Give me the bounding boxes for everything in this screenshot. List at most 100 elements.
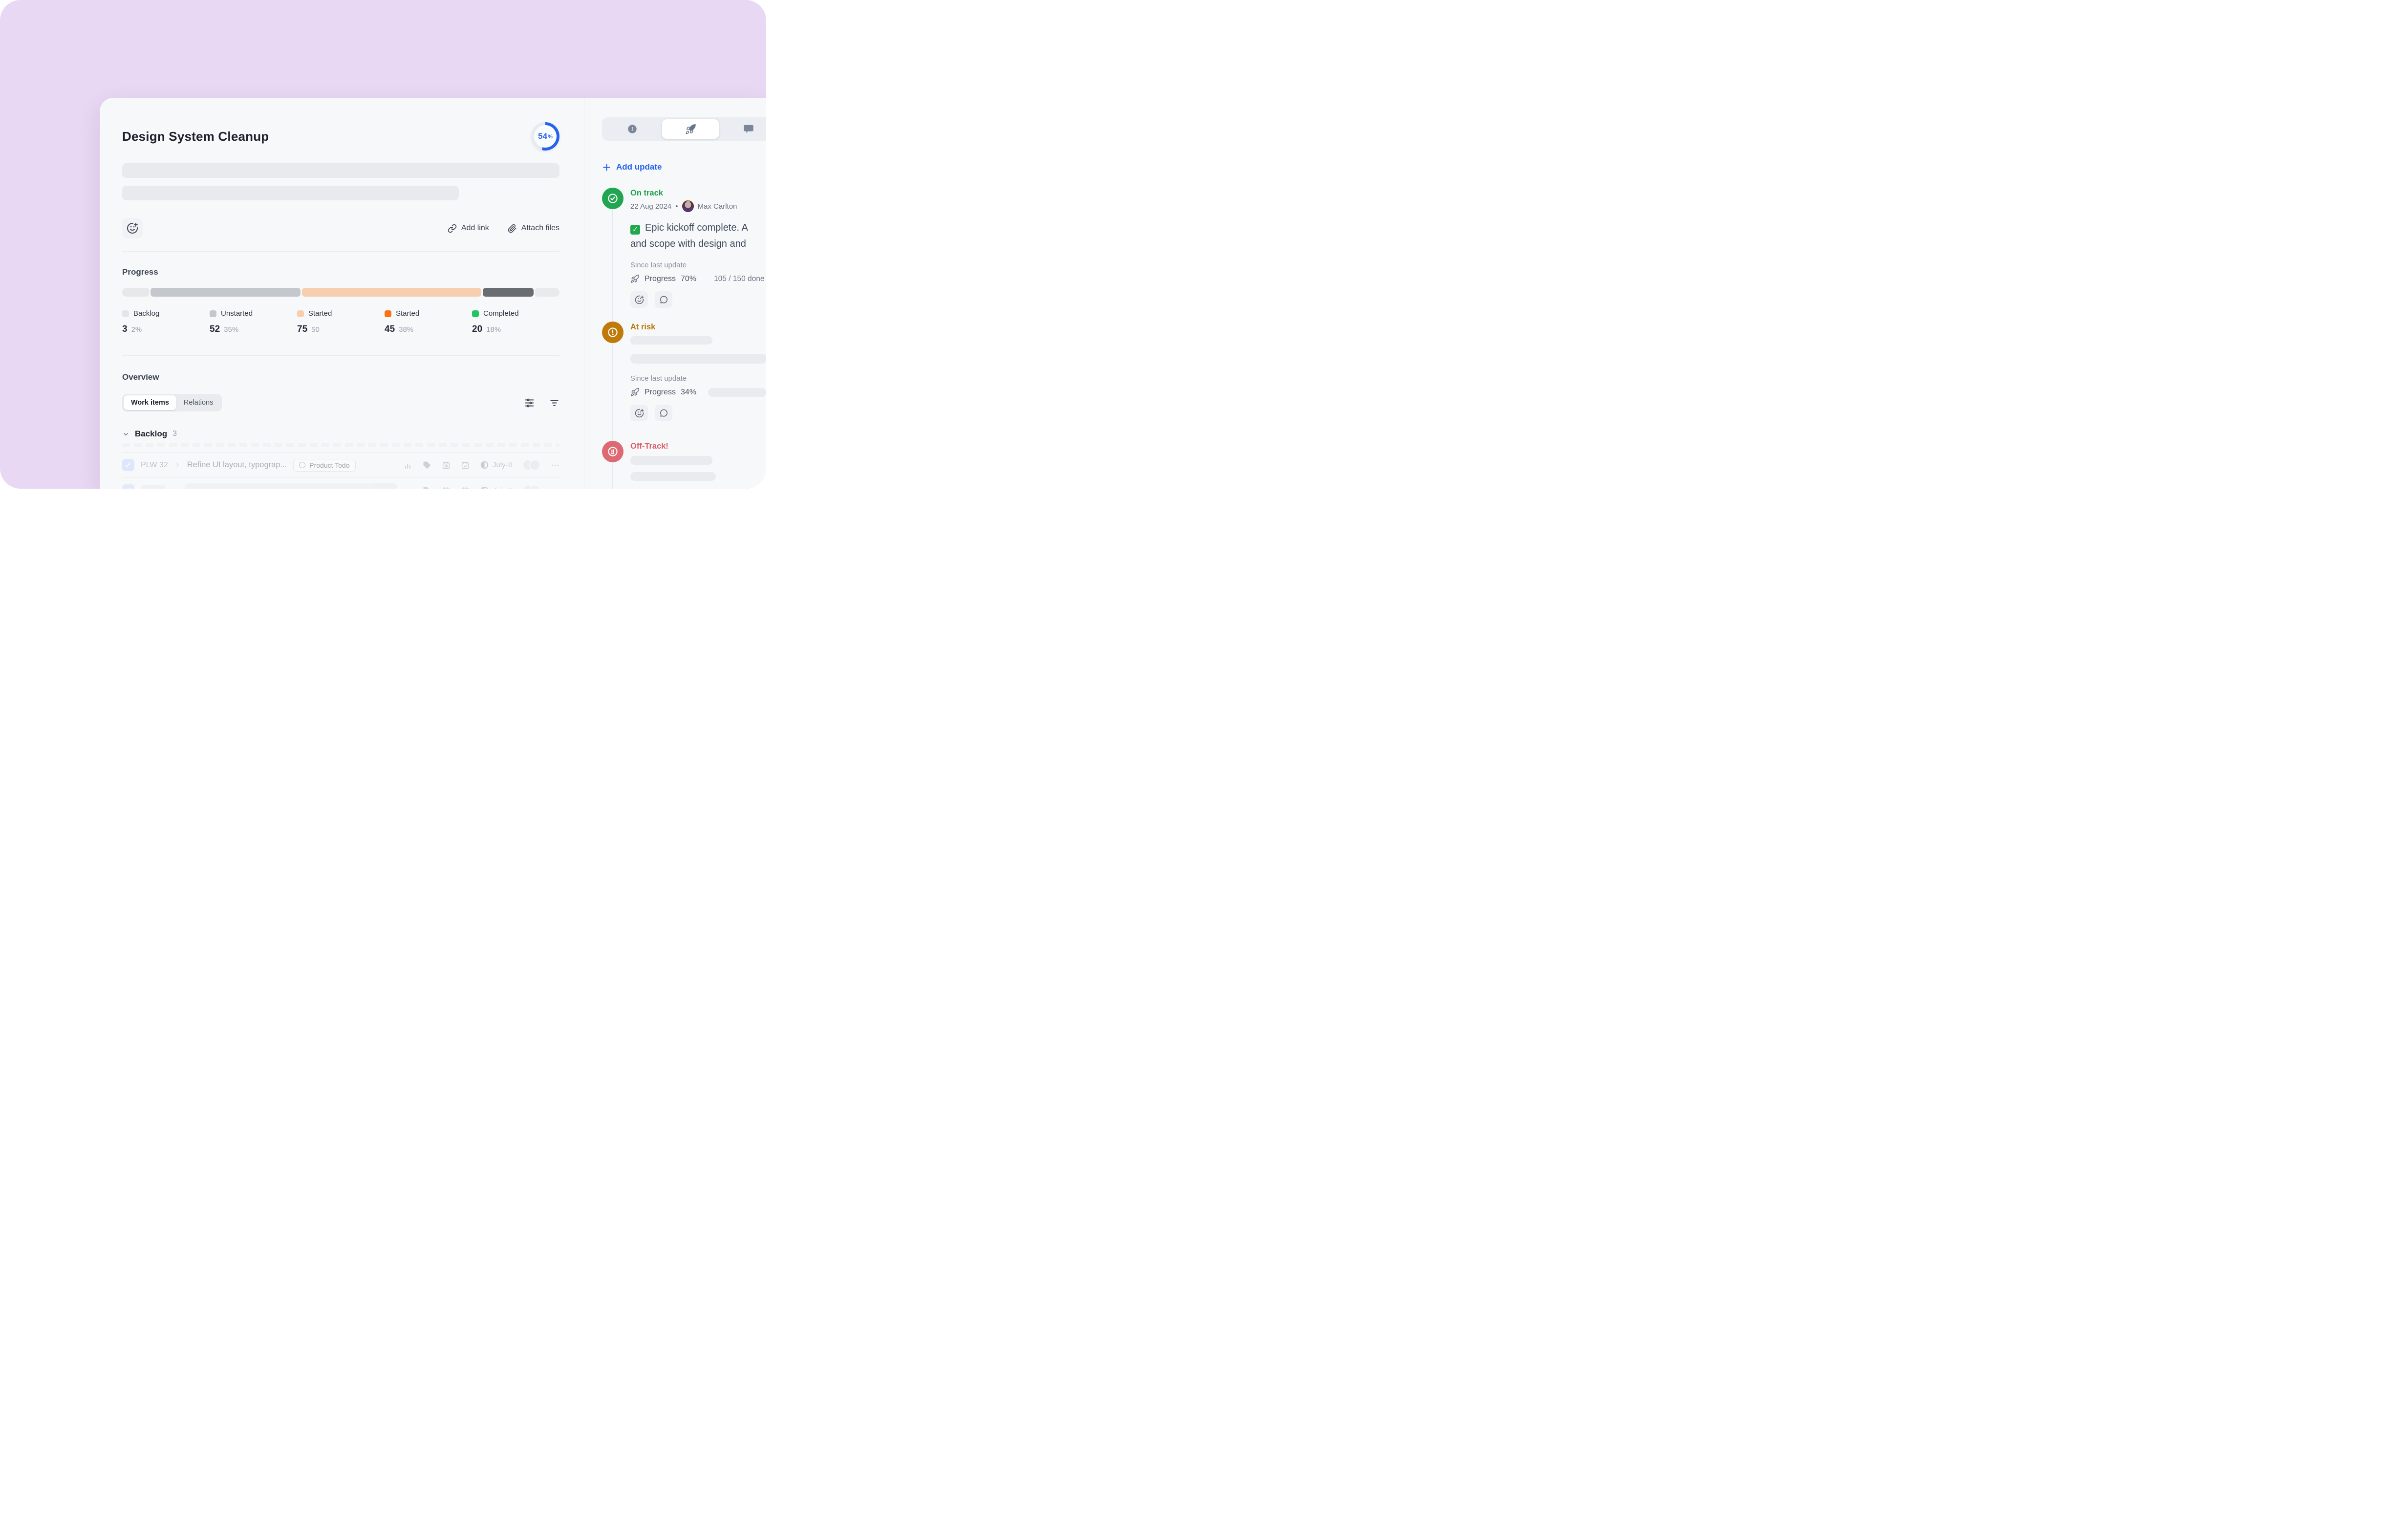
legend-count: 3 bbox=[122, 324, 128, 335]
divider bbox=[122, 355, 559, 356]
legend-label: Started bbox=[308, 309, 332, 318]
status-label: At risk bbox=[630, 323, 766, 332]
progress-bar-segment bbox=[302, 288, 481, 297]
display-settings-icon[interactable] bbox=[524, 398, 535, 408]
overview-heading: Overview bbox=[122, 372, 559, 382]
progress-pct: 34% bbox=[681, 388, 696, 397]
completion-unit: % bbox=[548, 134, 553, 140]
update-text-line1: Epic kickoff complete. A bbox=[645, 222, 748, 233]
cycle-chip[interactable]: July-II bbox=[480, 486, 512, 489]
updates-timeline: On track 22 Aug 2024 • Max Carlton ✓Epic… bbox=[602, 188, 766, 481]
tab-updates[interactable] bbox=[662, 119, 719, 139]
author-name: Max Carlton bbox=[698, 202, 737, 211]
progress-heading: Progress bbox=[122, 267, 559, 277]
overview-tool-icons bbox=[524, 398, 559, 408]
attach-files-button[interactable]: Attach files bbox=[508, 224, 559, 233]
tab-relations[interactable]: Relations bbox=[176, 395, 220, 410]
add-link-button[interactable]: Add link bbox=[448, 224, 489, 233]
chevron-down-icon[interactable] bbox=[122, 431, 129, 438]
legend-label: Unstarted bbox=[221, 309, 253, 318]
update-meta-skeleton bbox=[630, 456, 712, 465]
due-date-icon[interactable] bbox=[461, 486, 470, 489]
status-label: On track bbox=[630, 189, 766, 198]
progress-label: Progress bbox=[645, 275, 676, 283]
start-date-icon[interactable] bbox=[442, 461, 451, 470]
assignee-avatars[interactable] bbox=[522, 485, 540, 489]
on-track-status-icon bbox=[602, 188, 624, 209]
label-tag-icon[interactable] bbox=[423, 486, 431, 489]
updates-sidebar: i Add update bbox=[584, 98, 766, 489]
epic-detail-card: Design System Cleanup 54 % Add l bbox=[100, 98, 766, 489]
legend-count: 20 bbox=[472, 324, 482, 335]
filter-icon[interactable] bbox=[549, 398, 559, 408]
group-name: Backlog bbox=[135, 429, 167, 439]
description-skeleton-1 bbox=[122, 163, 559, 178]
state-badge[interactable]: Product Todo bbox=[293, 459, 355, 472]
todo-state-icon bbox=[299, 462, 305, 468]
rocket-icon bbox=[630, 388, 640, 397]
work-item-title[interactable]: Refine UI layout, typograp... bbox=[187, 460, 287, 470]
cycle-icon bbox=[480, 460, 489, 470]
link-icon bbox=[448, 224, 457, 233]
update-date: 22 Aug 2024 bbox=[630, 202, 671, 211]
comment-button[interactable] bbox=[655, 405, 672, 421]
author-avatar[interactable] bbox=[682, 200, 694, 212]
cycle-label: July-II bbox=[493, 461, 512, 469]
legend-item-backlog: Backlog 32% bbox=[122, 309, 210, 335]
update-at-risk: At risk Since last update Progress 34% bbox=[602, 322, 766, 421]
more-options-icon[interactable] bbox=[551, 461, 559, 470]
legend-pct: 38% bbox=[399, 325, 413, 334]
backlog-group-header[interactable]: Backlog 3 bbox=[122, 429, 559, 439]
progress-legend: Backlog 32% Unstarted 5235% Started 7550… bbox=[122, 309, 559, 335]
progress-bar bbox=[122, 288, 559, 297]
cycle-chip[interactable]: July-II bbox=[480, 460, 512, 470]
off-track-status-icon bbox=[602, 441, 624, 462]
add-update-button[interactable]: Add update bbox=[602, 162, 766, 172]
overview-toolbar: Work items Relations bbox=[122, 394, 559, 411]
more-options-icon[interactable] bbox=[551, 486, 559, 489]
tab-info[interactable]: i bbox=[604, 119, 661, 139]
progress-skeleton bbox=[708, 388, 766, 397]
comment-icon bbox=[659, 409, 668, 418]
id-skeleton bbox=[141, 485, 166, 489]
legend-count: 52 bbox=[210, 324, 220, 335]
assignee-avatars[interactable] bbox=[522, 459, 540, 471]
tab-comments[interactable] bbox=[720, 119, 766, 139]
update-progress-row: Progress 70% 105 / 150 done bbox=[630, 274, 766, 283]
start-date-icon[interactable] bbox=[442, 486, 451, 489]
legend-pct: 18% bbox=[486, 325, 501, 334]
legend-swatch bbox=[472, 310, 479, 317]
meta-separator: • bbox=[675, 202, 678, 211]
add-reaction-button[interactable] bbox=[122, 218, 143, 238]
faded-row-skeleton bbox=[122, 443, 559, 447]
add-reaction-button[interactable] bbox=[630, 405, 648, 421]
update-body: At risk Since last update Progress 34% bbox=[630, 322, 766, 421]
attach-files-label: Attach files bbox=[521, 224, 559, 233]
completion-value: 54 bbox=[538, 131, 547, 141]
work-item-row-skeleton[interactable]: July-II bbox=[122, 478, 559, 489]
rocket-icon bbox=[685, 124, 696, 135]
legend-item-started-2: Started 4538% bbox=[385, 309, 472, 335]
bar-chart-icon[interactable] bbox=[404, 486, 412, 489]
label-tag-icon[interactable] bbox=[423, 461, 431, 470]
add-reaction-button[interactable] bbox=[630, 291, 648, 308]
add-link-label: Add link bbox=[461, 224, 489, 233]
bar-chart-icon[interactable] bbox=[404, 461, 412, 470]
work-item-row[interactable]: PLW 32 Refine UI layout, typograp... Pro… bbox=[122, 453, 559, 477]
paperclip-icon bbox=[508, 224, 517, 233]
attachment-actions: Add link Attach files bbox=[448, 224, 559, 233]
progress-pct: 70% bbox=[681, 275, 696, 283]
due-date-icon[interactable] bbox=[461, 461, 470, 470]
tab-work-items[interactable]: Work items bbox=[124, 395, 176, 410]
legend-pct: 35% bbox=[224, 325, 238, 334]
epic-type-icon bbox=[122, 484, 134, 489]
update-body: Off-Track! bbox=[630, 441, 766, 481]
update-progress-row: Progress 34% bbox=[630, 388, 766, 397]
comment-button[interactable] bbox=[655, 291, 672, 308]
plus-icon bbox=[602, 163, 611, 172]
state-badge-label: Product Todo bbox=[309, 461, 349, 469]
row-property-icons: July-II bbox=[404, 459, 559, 471]
since-last-update-label: Since last update bbox=[630, 261, 766, 269]
update-on-track: On track 22 Aug 2024 • Max Carlton ✓Epic… bbox=[602, 188, 766, 308]
legend-count: 75 bbox=[297, 324, 307, 335]
